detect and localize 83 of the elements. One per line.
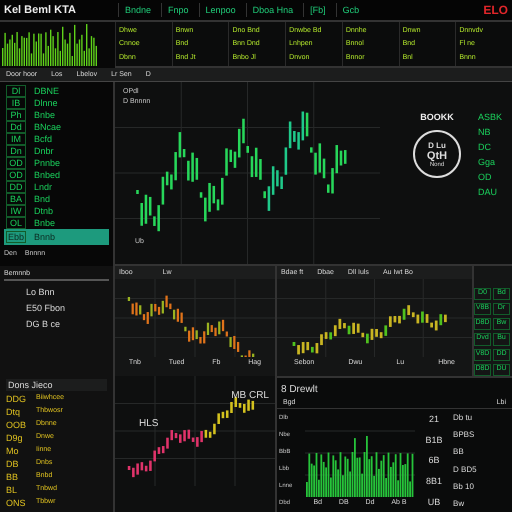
price-value: 21 [428, 414, 439, 424]
info-text: DG B ce [25, 319, 62, 329]
watchlist-item[interactable]: OD Bnbed [4, 169, 109, 180]
badge-text: QtH [426, 150, 448, 162]
ticker-code: IW [6, 204, 26, 216]
watchlist-item[interactable]: Dd BNcae [4, 121, 109, 132]
ticker-code: IB [6, 96, 26, 108]
watchlist-item[interactable]: BA Bnd [4, 193, 109, 204]
nav-tab[interactable]: Lenpoo [198, 3, 242, 17]
watchlist-item[interactable]: Ph Bnbe [4, 109, 109, 120]
ticker-code: Dn [6, 144, 26, 156]
price-value: NB [478, 127, 492, 137]
ticker-code: BB [6, 472, 20, 482]
ticker-name: Dlnne [34, 98, 58, 108]
watchlist-item[interactable]: IM Bcfd [4, 133, 109, 144]
price-value: BPBS [453, 430, 476, 440]
price-value: D BD5 [453, 464, 478, 474]
ticker-code: Ebb [6, 231, 26, 243]
ticker-code: BA [6, 192, 26, 204]
watchlist-item[interactable]: Dn Dnbr [4, 145, 109, 156]
ticker-code: Mo [6, 446, 20, 456]
ticker-code: BL [6, 485, 18, 495]
price-value: ASBK [478, 112, 504, 122]
ticker-name: Bnbe [34, 218, 56, 228]
price-value: Db tu [453, 413, 474, 422]
ticker-name: Bnbed [34, 170, 60, 180]
ticker-name: Dtnb [34, 206, 54, 216]
price-value: Bw [453, 498, 466, 508]
price-value: B1B [425, 434, 442, 445]
price-value: DAU [478, 187, 498, 197]
info-text: Lo Bnn [25, 287, 56, 297]
watchlist-item[interactable]: IB Dlnne [4, 97, 109, 108]
ticker-code: OOB [6, 420, 26, 430]
price-value: BB [453, 447, 465, 456]
price-value: DC [478, 142, 492, 152]
ticker-code: D9g [6, 433, 24, 443]
ticker-name: BNcae [34, 122, 62, 132]
ticker-name: Lndr [34, 182, 52, 192]
ticker-code: Dd [6, 120, 26, 132]
chart-label: HLS [139, 418, 158, 429]
ticker-code: DDG [6, 394, 26, 404]
ticker-code: DD [6, 180, 26, 192]
ticker-code: DB [6, 459, 20, 469]
app-title: Kel Beml KTA [4, 4, 77, 16]
price-value: 8B1 [426, 476, 442, 486]
ticker-name: Pnnbe [34, 158, 60, 168]
ticker-code: Dl [6, 84, 26, 96]
price-value: Bb 10 [453, 482, 475, 491]
price-value: Gga [478, 157, 496, 167]
ticker-code: Ph [6, 108, 26, 120]
panel-title: 8 Drewlt [280, 383, 319, 397]
watchlist-item[interactable]: Ebb Bnnb [4, 229, 109, 245]
ticker-name: Bcfd [34, 134, 52, 144]
panel-title: Dons Jieco [6, 379, 107, 391]
chart-title: MB CRL [231, 390, 269, 401]
nav-tab[interactable]: Dboa Hna [246, 3, 300, 17]
watchlist-item[interactable]: OL Bnbe [4, 217, 109, 228]
watchlist-item[interactable]: DD Lndr [4, 181, 109, 192]
alert-label: ELO [483, 3, 508, 17]
ticker-name: Bnd [34, 194, 50, 204]
nav-tab[interactable]: Fnpo [161, 3, 195, 17]
nav-tab[interactable]: [Fb] [303, 3, 332, 17]
nav-tab[interactable]: Gcb [336, 3, 366, 17]
ticker-name: DBNE [34, 86, 60, 96]
section-label: BOOKK [420, 112, 454, 122]
ticker-name: Bnbe [34, 110, 56, 120]
watchlist-item[interactable]: IW Dtnb [4, 205, 109, 216]
price-value: OD [478, 172, 492, 182]
ticker-code: OL [6, 216, 26, 228]
ticker-name: Dnbr [34, 146, 54, 156]
ticker-code: OD [6, 168, 26, 180]
ticker-code: IM [6, 132, 26, 144]
ticker-code: ONS [6, 498, 26, 508]
price-value: UB [428, 496, 440, 507]
ticker-code: OD [6, 156, 26, 168]
ticker-name: Bnnb [34, 232, 56, 242]
watchlist-item[interactable]: OD Pnnbe [4, 157, 109, 168]
ticker-code: Dtq [6, 407, 22, 417]
nav-tab[interactable]: Bndne [118, 3, 158, 17]
price-value: 6B [428, 455, 440, 466]
watchlist-item[interactable]: Dl DBNE [4, 85, 109, 96]
info-text: E50 Fbon [25, 303, 66, 313]
badge-text: D Lu [428, 140, 446, 150]
